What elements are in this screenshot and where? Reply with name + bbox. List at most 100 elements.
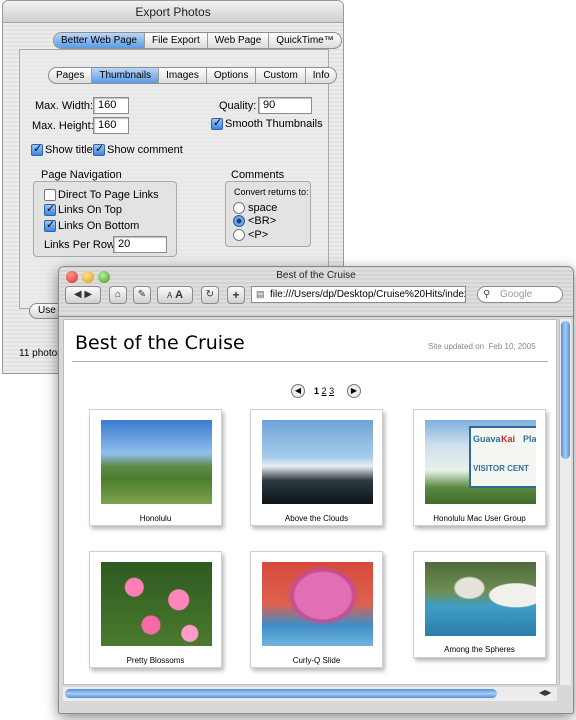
browser-title: Best of the Cruise — [276, 270, 356, 281]
quality-field[interactable]: 90 — [258, 97, 312, 114]
show-comment-checkbox[interactable] — [93, 142, 105, 156]
max-width-label: Max. Width: — [35, 100, 94, 112]
tab-web-page[interactable]: Web Page — [208, 33, 270, 48]
prev-page-button[interactable]: ◀ — [291, 384, 305, 398]
photo-card[interactable]: Above the Clouds — [250, 409, 383, 526]
updated-prefix: Site updated on — [428, 342, 485, 351]
home-button[interactable]: ⌂ — [109, 286, 127, 304]
show-title-label: Show title — [45, 144, 93, 156]
radio-p-label: <P> — [248, 229, 269, 241]
max-height-label: Max. Height: — [32, 120, 94, 132]
photo-caption: Honolulu — [139, 514, 172, 523]
links-on-top-checkbox[interactable] — [44, 202, 56, 216]
web-page-content: Best of the Cruise Site updated on Feb 1… — [63, 319, 557, 685]
direct-links-checkbox[interactable] — [44, 189, 56, 201]
back-forward-buttons[interactable]: ◀ ▶ — [65, 286, 101, 304]
tab-file-export[interactable]: File Export — [145, 33, 208, 48]
horizontal-scroll-thumb[interactable] — [65, 689, 497, 698]
tab-options[interactable]: Options — [207, 68, 257, 83]
photo-among-the-spheres[interactable] — [425, 562, 536, 636]
browser-window: Best of the Cruise ◀ ▶ ⌂ ✎ A A ↻ + ▤ fil… — [58, 266, 574, 714]
sign-text: Guava — [473, 434, 501, 444]
radio-br[interactable] — [233, 215, 245, 227]
photo-caption: Pretty Blossoms — [126, 656, 185, 665]
tab-pages[interactable]: Pages — [49, 68, 93, 83]
forward-arrow-icon: ▶ — [84, 289, 93, 300]
page-heading: Best of the Cruise — [75, 332, 245, 354]
add-bookmark-button[interactable]: + — [227, 286, 245, 304]
photo-card[interactable]: Curly-Q Slide — [250, 551, 383, 668]
smooth-thumbnails-label: Smooth Thumbnails — [225, 118, 323, 130]
tab-thumbnails[interactable]: Thumbnails — [92, 68, 160, 83]
tab-custom[interactable]: Custom — [256, 68, 306, 83]
links-on-top-label: Links On Top — [58, 204, 123, 216]
address-bar[interactable]: ▤ file:///Users/dp/Desktop/Cruise%20Hits… — [251, 286, 466, 303]
smaller-text-icon: A — [166, 291, 173, 300]
photo-above-clouds[interactable] — [262, 420, 373, 504]
links-on-bottom-label: Links On Bottom — [58, 220, 140, 232]
photo-caption: Curly-Q Slide — [292, 656, 341, 665]
next-page-button[interactable]: ▶ — [347, 384, 361, 398]
browser-toolbar: Best of the Cruise ◀ ▶ ⌂ ✎ A A ↻ + ▤ fil… — [59, 267, 573, 317]
vertical-scroll-thumb[interactable] — [561, 321, 570, 459]
comments-heading: Comments — [231, 169, 285, 181]
photo-caption: Honolulu Mac User Group — [433, 514, 526, 523]
links-on-bottom-checkbox[interactable] — [44, 218, 56, 232]
convert-returns-label: Convert returns to: — [234, 187, 309, 197]
site-updated: Site updated on Feb 10, 2005 — [428, 342, 536, 351]
radio-space[interactable] — [233, 202, 245, 214]
page-link-1[interactable]: 1 — [314, 386, 319, 396]
sign-text: Kai — [501, 434, 516, 444]
updated-date: Feb 10, 2005 — [488, 342, 536, 351]
text-size-buttons[interactable]: A A — [157, 286, 193, 304]
tab-better-web-page[interactable]: Better Web Page — [54, 33, 145, 48]
photo-card[interactable]: Pretty Blossoms — [89, 551, 222, 668]
quality-label: Quality: — [219, 100, 257, 112]
page-navigation-heading: Page Navigation — [41, 169, 122, 181]
tab-images[interactable]: Images — [159, 68, 207, 83]
settings-subtabs: Pages Thumbnails Images Options Custom I… — [48, 67, 338, 84]
photo-card[interactable]: Honolulu — [89, 409, 222, 526]
vertical-scrollbar[interactable] — [559, 319, 571, 685]
search-icon: ⚲ — [483, 289, 491, 300]
direct-links-label: Direct To Page Links — [58, 189, 159, 201]
page-links: 1 2 3 — [314, 386, 334, 396]
home-icon: ⌂ — [114, 289, 122, 300]
max-height-field[interactable]: 160 — [93, 117, 129, 134]
export-format-tabs: Better Web Page File Export Web Page Qui… — [53, 32, 342, 49]
pencil-icon: ✎ — [137, 289, 147, 300]
horizontal-scrollbar[interactable]: ◀▶ — [63, 687, 557, 701]
reload-button[interactable]: ↻ — [201, 286, 219, 304]
scroll-arrows-icon[interactable]: ◀▶ — [539, 688, 551, 697]
back-arrow-icon: ◀ — [73, 289, 82, 300]
sign-text: VISITOR CENT — [473, 464, 529, 473]
smooth-thumbnails-checkbox[interactable] — [211, 116, 223, 130]
visitor-center-sign: Guava Kai Pla VISITOR CENT — [469, 426, 536, 488]
page-link-3[interactable]: 3 — [329, 386, 334, 396]
page-icon: ▤ — [256, 289, 265, 299]
radio-br-label: <BR> — [248, 215, 277, 227]
show-title-checkbox[interactable] — [31, 142, 43, 156]
links-per-row-field[interactable]: 20 — [113, 236, 167, 253]
tab-info[interactable]: Info — [306, 68, 337, 83]
page-link-2[interactable]: 2 — [322, 386, 327, 396]
photo-caption: Among the Spheres — [444, 645, 515, 654]
photo-caption: Above the Clouds — [284, 514, 349, 523]
tab-quicktime[interactable]: QuickTime™ — [269, 33, 340, 48]
photo-curly-q-slide[interactable] — [262, 562, 373, 646]
search-field[interactable]: ⚲ Google — [477, 286, 563, 303]
show-comment-label: Show comment — [107, 144, 183, 156]
radio-p[interactable] — [233, 229, 245, 241]
bookmark-button[interactable]: ✎ — [133, 286, 151, 304]
photo-honolulu-mac-user-group[interactable]: Guava Kai Pla VISITOR CENT — [425, 420, 536, 504]
search-placeholder: Google — [500, 289, 533, 300]
photo-card[interactable]: Guava Kai Pla VISITOR CENT Honolulu Mac … — [413, 409, 546, 526]
heading-divider — [72, 361, 548, 362]
photo-card[interactable]: Among the Spheres — [413, 551, 546, 658]
photo-pretty-blossoms[interactable] — [101, 562, 212, 646]
max-width-field[interactable]: 160 — [93, 97, 129, 114]
export-window-title: Export Photos — [3, 1, 343, 23]
links-per-row-label: Links Per Row: — [44, 239, 118, 251]
photo-honolulu[interactable] — [101, 420, 212, 504]
radio-space-label: space — [248, 202, 278, 214]
